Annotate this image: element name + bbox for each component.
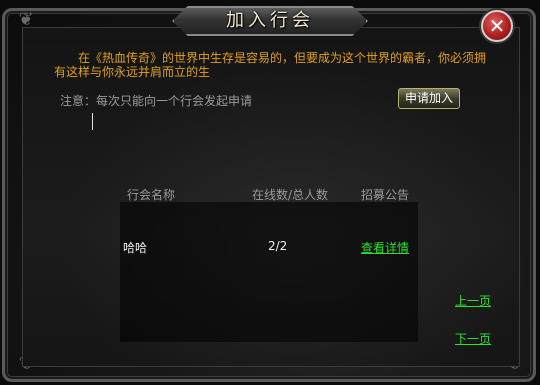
notice-text: 注意：每次只能向一个行会发起申请 — [60, 94, 253, 108]
text-input-caret[interactable] — [92, 113, 93, 130]
apply-join-button[interactable]: 申请加入 — [398, 88, 460, 109]
column-header-guild-name: 行会名称 — [127, 188, 176, 202]
view-detail-link[interactable]: 查看详情 — [361, 239, 409, 256]
column-header-online-total: 在线数/总人数 — [252, 188, 329, 202]
guild-row-online: 2/2 — [268, 239, 288, 253]
guild-row-name[interactable]: 哈哈 — [123, 239, 147, 256]
prev-page-link[interactable]: 上一页 — [455, 292, 491, 309]
window-title: 加入行会 — [226, 10, 314, 31]
guild-table — [120, 202, 418, 342]
close-button[interactable]: ✕ — [481, 10, 513, 42]
join-guild-window: ❦ ❦ ❦ 加入行会 ✕ 在《热血传奇》的世界中生存是容易的，但要成为这个世界的… — [0, 0, 540, 385]
next-page-link[interactable]: 下一页 — [455, 330, 491, 347]
column-header-recruit-notice: 招募公告 — [361, 188, 410, 202]
intro-text: 在《热血传奇》的世界中生存是容易的，但要成为这个世界的霸者，你必须拥有这样与你永… — [54, 51, 487, 79]
close-icon: ✕ — [488, 14, 506, 38]
